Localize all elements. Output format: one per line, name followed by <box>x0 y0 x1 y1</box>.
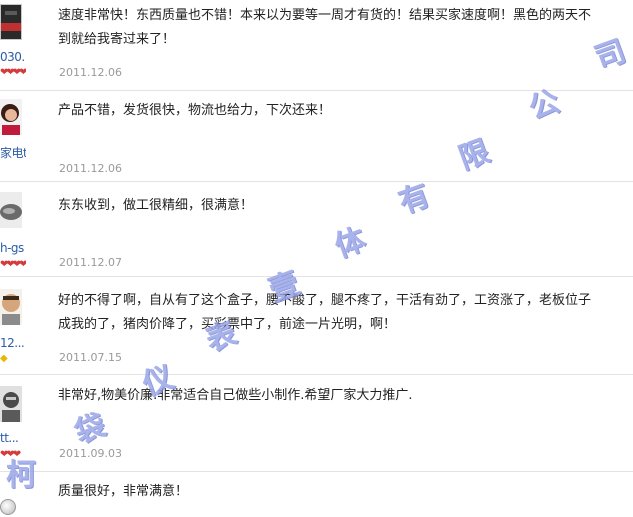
reviewer-info: h-gs ❤❤❤❤ <box>0 182 26 276</box>
review-date: 2011.12.06 <box>59 162 122 175</box>
review-text: 好的不得了啊，自从有了这个盒子，腰不酸了，腿不疼了，干活有劲了，工资涨了，老板位… <box>58 293 592 332</box>
user-avatar[interactable] <box>0 386 22 422</box>
review-text: 产品不错，发货很快，物流也给力，下次还来！ <box>58 103 332 118</box>
review-text: 质量很好，非常满意！ <box>58 484 189 499</box>
reviewer-info: 家电t... <box>0 91 26 181</box>
review-item: 质量很好，非常满意！ <box>0 472 633 517</box>
user-name-link[interactable]: 030... <box>0 50 26 64</box>
reviewer-info: tt... ❤❤❤ <box>0 375 26 471</box>
user-rank-icon: ◆ <box>0 353 8 364</box>
scroll-indicator-icon <box>0 499 16 515</box>
review-text: 东东收到，做工很精细，很满意！ <box>58 198 254 213</box>
user-avatar[interactable] <box>0 99 22 135</box>
reviewer-info: 030... ❤❤❤❤ <box>0 0 26 90</box>
review-date: 2011.12.07 <box>59 256 122 269</box>
review-text: 速度非常快！东西质量也不错！本来以为要等一周才有货的！结果买家速度啊！黑色的两天… <box>58 8 592 47</box>
review-date: 2011.07.15 <box>59 351 122 364</box>
review-item: 家电t... 产品不错，发货很快，物流也给力，下次还来！ 2011.12.06 <box>0 91 633 182</box>
review-item: h-gs ❤❤❤❤ 东东收到，做工很精细，很满意！ 2011.12.07 <box>0 182 633 277</box>
review-item: 030... ❤❤❤❤ 速度非常快！东西质量也不错！本来以为要等一周才有货的！结… <box>0 0 633 91</box>
user-name-link[interactable]: tt... <box>0 431 26 445</box>
user-avatar[interactable] <box>0 4 22 40</box>
review-date: 2011.12.06 <box>59 66 122 79</box>
user-name-link[interactable]: 12... <box>0 336 26 350</box>
review-date: 2011.09.03 <box>59 447 122 460</box>
reviewer-info: 12... ◆ <box>0 277 26 374</box>
review-text: 非常好,物美价廉.非常适合自己做些小制作.希望厂家大力推广. <box>58 388 413 403</box>
user-name-link[interactable]: h-gs <box>0 241 26 255</box>
user-rank-icon: ❤❤❤ <box>0 449 21 460</box>
user-avatar[interactable] <box>0 192 22 228</box>
user-rank-icon: ❤❤❤❤ <box>0 259 26 270</box>
review-item: tt... ❤❤❤ 非常好,物美价廉.非常适合自己做些小制作.希望厂家大力推广.… <box>0 375 633 472</box>
review-list: 030... ❤❤❤❤ 速度非常快！东西质量也不错！本来以为要等一周才有货的！结… <box>0 0 633 517</box>
review-item: 12... ◆ 好的不得了啊，自从有了这个盒子，腰不酸了，腿不疼了，干活有劲了，… <box>0 277 633 375</box>
user-name-link[interactable]: 家电t... <box>0 144 26 161</box>
user-rank-icon: ❤❤❤❤ <box>0 67 26 78</box>
user-avatar[interactable] <box>0 289 22 325</box>
